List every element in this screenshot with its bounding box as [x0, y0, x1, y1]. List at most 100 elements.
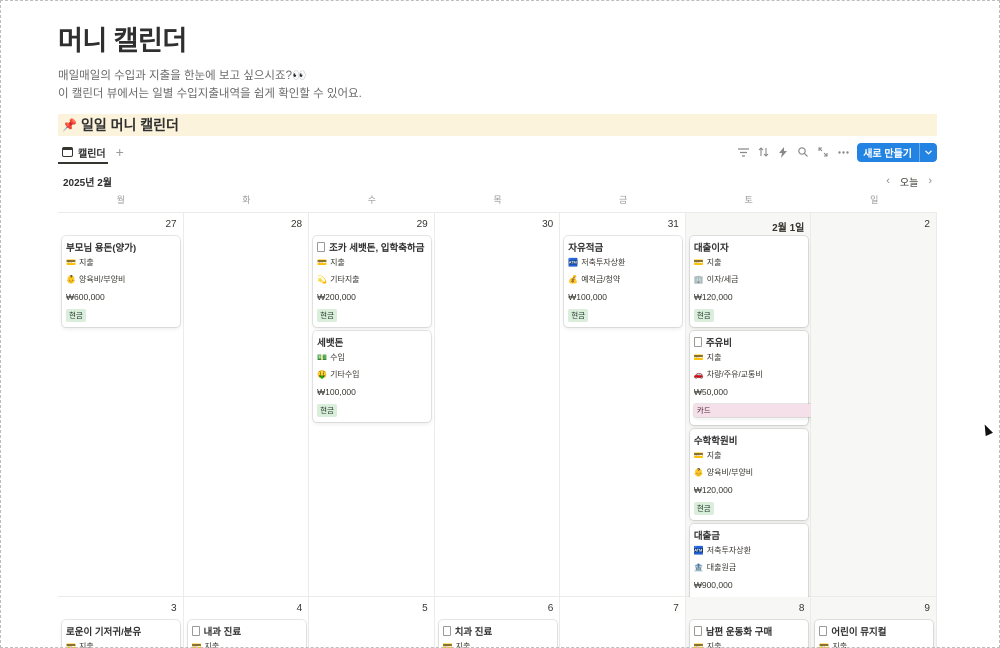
day-number: 29	[416, 219, 428, 230]
credit-card-icon: 💳	[191, 642, 202, 648]
money-icon: 💵	[317, 353, 328, 362]
page-title: 머니 캘린더	[58, 26, 187, 56]
today-button[interactable]: 오늘	[895, 174, 923, 189]
office-icon: 🏢	[693, 275, 704, 284]
amount: ₩600,000	[66, 291, 105, 302]
payment-tag: 현금	[317, 404, 337, 417]
sort-icon[interactable]	[753, 143, 773, 161]
filter-icon[interactable]	[733, 143, 753, 161]
baby-icon: 👶	[66, 275, 76, 284]
card-title-text: 치과 진료	[454, 626, 493, 638]
entry-card[interactable]: 자유적금 🏧 저축투자상환 💰 예적금/청약 ₩100,000 현금	[564, 236, 683, 327]
description-line-2: 이 캘린더 뷰에서는 일별 수입지출내역을 쉽게 확인할 수 있어요.	[58, 88, 362, 100]
amount: ₩200,000	[317, 291, 356, 302]
card-title: 세뱃돈	[317, 337, 344, 349]
chevron-left-icon[interactable]: ‹	[881, 175, 895, 187]
type-property: 💳 지출	[694, 638, 804, 648]
weekday-fri: 금	[618, 195, 628, 205]
weekday-header: 월 화 수 목 금 토 일	[58, 193, 937, 211]
card-title: 로운이 기저귀/분유	[66, 626, 142, 638]
day-cell[interactable]: 3 로운이 기저귀/분유 💳 지출	[58, 597, 184, 648]
credit-card-icon: 💳	[693, 642, 704, 648]
day-cell[interactable]: 28	[183, 213, 310, 597]
day-number: 2월 1일	[772, 223, 805, 234]
card-title: 자유적금	[568, 242, 604, 254]
amount: ₩100,000	[317, 386, 356, 397]
entry-card[interactable]: 조카 세뱃돈, 입학축하금 💳 지출 💫 기타지출 ₩200,000 현금	[313, 236, 432, 327]
database-title-callout[interactable]: 📌 일일 머니 캘린더	[58, 114, 937, 136]
add-view-button[interactable]: +	[116, 145, 124, 159]
entry-card[interactable]: 내과 진료 💳 지출	[187, 620, 306, 648]
weekday-sun: 일	[870, 195, 879, 205]
amount: ₩50,000	[693, 386, 728, 397]
entry-card[interactable]: 부모님 용돈(양가) 💳 지출 👶 양육비/부양비 ₩600,000 현금	[62, 236, 180, 327]
card-title-text: 내과 진료	[203, 626, 242, 638]
card-title: 치과 진료	[442, 623, 553, 638]
page-icon	[317, 241, 326, 252]
day-number: 8	[798, 603, 805, 614]
day-cell[interactable]: 4 내과 진료 💳 지출	[184, 597, 310, 648]
day-cell[interactable]: 30	[434, 213, 561, 597]
category-property: 💫 기타지출	[317, 271, 427, 288]
page-icon	[442, 625, 451, 636]
card-title: 어린이 뮤지컬	[819, 623, 929, 638]
card-title: 주유비	[693, 334, 804, 349]
type-property: 💳 지출	[694, 447, 804, 464]
car-icon: 🚗	[693, 370, 704, 379]
amount: ₩120,000	[693, 484, 733, 495]
type-value: 지출	[706, 451, 722, 460]
day-cell[interactable]: 6 치과 진료 💳 지출	[435, 597, 561, 648]
day-cell[interactable]: 9 어린이 뮤지컬 💳 지출	[811, 597, 937, 648]
more-icon[interactable]	[833, 143, 853, 161]
day-cell[interactable]: 2월 1일 대출이자 💳 지출 🏢 이자/세금 ₩120,000 현금 주유비 💳 지…	[685, 213, 812, 615]
expand-icon[interactable]	[813, 143, 833, 161]
entry-card[interactable]: 남편 운동화 구매 💳 지출	[689, 620, 808, 648]
category-property: 👶 양육비/부양비	[66, 271, 176, 288]
tab-calendar[interactable]: 캘린더	[58, 145, 106, 160]
day-number: 28	[291, 219, 303, 230]
payment-tag: 현금	[317, 309, 337, 322]
card-title: 대출이자	[693, 242, 729, 254]
type-value: 지출	[706, 258, 722, 267]
automation-icon[interactable]	[773, 143, 793, 161]
entry-card[interactable]: 수학학원비 💳 지출 👶 양육비/부양비 ₩120,000 현금	[689, 429, 808, 520]
search-icon[interactable]	[793, 143, 813, 161]
calendar-icon	[62, 147, 73, 157]
chevron-right-icon[interactable]: ›	[923, 175, 937, 187]
day-number: 4	[296, 603, 303, 614]
current-month: 2025년 2월	[63, 177, 112, 189]
chevron-down-icon[interactable]	[919, 142, 937, 162]
new-button[interactable]: 새로 만들기	[857, 142, 937, 162]
credit-card-icon: 💳	[442, 642, 453, 648]
entry-card[interactable]: 세뱃돈 💵 수입 🤑 기타수입 ₩100,000 현금	[313, 331, 432, 422]
type-property: 💳 지출	[694, 349, 804, 366]
entry-card[interactable]: 로운이 기저귀/분유 💳 지출	[62, 620, 180, 648]
day-cell[interactable]: 29 조카 세뱃돈, 입학축하금 💳 지출 💫 기타지출 ₩200,000 현금 세…	[309, 213, 435, 597]
type-value: 저축투자상환	[581, 258, 626, 267]
category-property: 🏢 이자/세금	[694, 271, 804, 288]
type-property: 💳 지출	[192, 638, 302, 648]
entry-card[interactable]: 주유비 💳 지출 🚗 차량/주유/교통비 ₩50,000 카드	[689, 331, 812, 425]
type-value: 저축투자상환	[706, 546, 751, 555]
day-cell[interactable]: 27 부모님 용돈(양가) 💳 지출 👶 양육비/부양비 ₩600,000 현금	[58, 213, 184, 597]
calendar-week: 27 부모님 용돈(양가) 💳 지출 👶 양육비/부양비 ₩600,000 현금 2…	[58, 213, 937, 615]
day-cell[interactable]: 7	[560, 597, 686, 648]
day-cell[interactable]: 2	[811, 213, 937, 597]
card-title-text: 조카 세뱃돈, 입학축하금	[329, 242, 425, 254]
category-property: 💰 예적금/청약	[568, 271, 678, 288]
amount: ₩120,000	[693, 291, 733, 302]
type-property: 🏧 저축투자상환	[694, 542, 804, 559]
weekday-tue: 화	[242, 195, 251, 205]
type-value: 지출	[78, 642, 94, 648]
category-value: 차량/주유/교통비	[706, 370, 763, 379]
type-value: 지출	[706, 353, 722, 362]
entry-card[interactable]: 어린이 뮤지컬 💳 지출	[815, 620, 934, 648]
weekday-mon: 월	[116, 195, 125, 205]
day-cell[interactable]: 31 자유적금 🏧 저축투자상환 💰 예적금/청약 ₩100,000 현금	[560, 213, 686, 597]
day-cell[interactable]: 8 남편 운동화 구매 💳 지출	[685, 597, 812, 648]
amount: ₩100,000	[568, 291, 607, 302]
entry-card[interactable]: 치과 진료 💳 지출	[438, 620, 557, 648]
day-cell[interactable]: 5	[309, 597, 435, 648]
entry-card[interactable]: 대출이자 💳 지출 🏢 이자/세금 ₩120,000 현금	[689, 236, 808, 327]
category-value: 양육비/부양비	[78, 275, 126, 284]
